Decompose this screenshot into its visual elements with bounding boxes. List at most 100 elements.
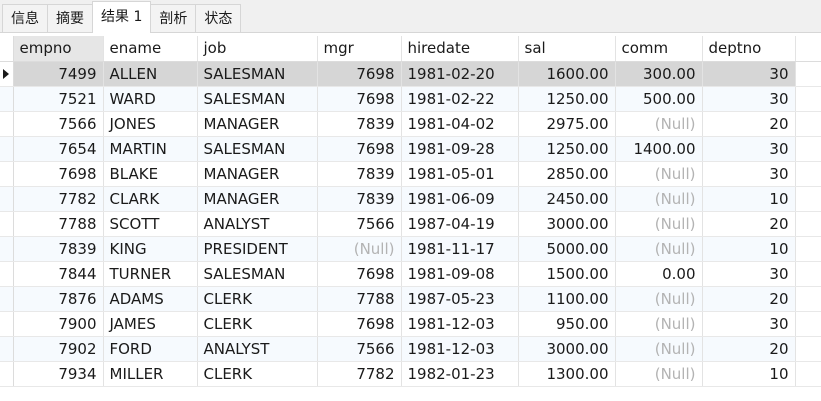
cell-job[interactable]: MANAGER xyxy=(197,186,318,212)
cell-hiredate[interactable]: 1981-02-22 xyxy=(401,86,519,112)
tab-summary[interactable]: 摘要 xyxy=(47,4,93,32)
cell-empno[interactable]: 7900 xyxy=(13,311,104,337)
cell-mgr[interactable]: (Null) xyxy=(317,236,402,262)
cell-sal[interactable]: 1300.00 xyxy=(518,361,616,387)
cell-sal[interactable]: 3000.00 xyxy=(518,211,616,237)
cell-sal[interactable]: 2450.00 xyxy=(518,186,616,212)
cell-mgr[interactable]: 7698 xyxy=(317,86,402,112)
cell-comm[interactable]: (Null) xyxy=(615,311,703,337)
cell-sal[interactable]: 1250.00 xyxy=(518,136,616,162)
table-row[interactable]: 7839 KING PRESIDENT (Null) 1981-11-17 5000.00… xyxy=(0,236,821,262)
cell-ename[interactable]: JONES xyxy=(103,111,198,137)
cell-ename[interactable]: ALLEN xyxy=(103,61,198,87)
cell-sal[interactable]: 1100.00 xyxy=(518,286,616,312)
cell-empno[interactable]: 7934 xyxy=(13,361,104,387)
row-header[interactable] xyxy=(0,286,14,312)
cell-hiredate[interactable]: 1981-05-01 xyxy=(401,161,519,187)
cell-mgr[interactable]: 7788 xyxy=(317,286,402,312)
cell-sal[interactable]: 1250.00 xyxy=(518,86,616,112)
cell-job[interactable]: CLERK xyxy=(197,361,318,387)
cell-comm[interactable]: (Null) xyxy=(615,361,703,387)
cell-hiredate[interactable]: 1981-12-03 xyxy=(401,336,519,362)
cell-deptno[interactable]: 30 xyxy=(702,61,796,87)
table-row[interactable]: 7521 WARD SALESMAN 7698 1981-02-22 1250.00 500… xyxy=(0,86,821,112)
cell-job[interactable]: ANALYST xyxy=(197,211,318,237)
tab-result-1[interactable]: 结果 1 xyxy=(92,1,152,33)
column-header-mgr[interactable]: mgr xyxy=(317,36,402,62)
cell-empno[interactable]: 7782 xyxy=(13,186,104,212)
cell-comm[interactable]: (Null) xyxy=(615,236,703,262)
table-row[interactable]: 7844 TURNER SALESMAN 7698 1981-09-08 1500.00 0… xyxy=(0,261,821,287)
cell-comm[interactable]: 300.00 xyxy=(615,61,703,87)
cell-deptno[interactable]: 20 xyxy=(702,211,796,237)
cell-deptno[interactable]: 30 xyxy=(702,311,796,337)
cell-comm[interactable]: (Null) xyxy=(615,186,703,212)
cell-ename[interactable]: KING xyxy=(103,236,198,262)
row-header[interactable] xyxy=(0,261,14,287)
table-row[interactable]: 7902 FORD ANALYST 7566 1981-12-03 3000.00 (Nul… xyxy=(0,336,821,362)
cell-job[interactable]: SALESMAN xyxy=(197,136,318,162)
cell-sal[interactable]: 3000.00 xyxy=(518,336,616,362)
cell-comm[interactable]: (Null) xyxy=(615,286,703,312)
cell-ename[interactable]: MILLER xyxy=(103,361,198,387)
cell-deptno[interactable]: 30 xyxy=(702,161,796,187)
column-header-empno[interactable]: empno xyxy=(13,36,104,62)
cell-comm[interactable]: (Null) xyxy=(615,211,703,237)
cell-sal[interactable]: 1500.00 xyxy=(518,261,616,287)
cell-empno[interactable]: 7521 xyxy=(13,86,104,112)
cell-comm[interactable]: (Null) xyxy=(615,161,703,187)
result-grid[interactable]: empno ename job mgr hiredate sal comm deptno 74… xyxy=(0,36,821,387)
cell-ename[interactable]: WARD xyxy=(103,86,198,112)
cell-ename[interactable]: SCOTT xyxy=(103,211,198,237)
cell-job[interactable]: SALESMAN xyxy=(197,261,318,287)
row-header[interactable] xyxy=(0,136,14,162)
cell-mgr[interactable]: 7698 xyxy=(317,311,402,337)
cell-empno[interactable]: 7788 xyxy=(13,211,104,237)
cell-deptno[interactable]: 20 xyxy=(702,336,796,362)
cell-deptno[interactable]: 10 xyxy=(702,361,796,387)
cell-hiredate[interactable]: 1987-05-23 xyxy=(401,286,519,312)
row-header[interactable] xyxy=(0,336,14,362)
cell-mgr[interactable]: 7698 xyxy=(317,136,402,162)
row-header[interactable] xyxy=(0,186,14,212)
cell-mgr[interactable]: 7782 xyxy=(317,361,402,387)
column-header-sal[interactable]: sal xyxy=(518,36,616,62)
cell-job[interactable]: SALESMAN xyxy=(197,86,318,112)
cell-deptno[interactable]: 10 xyxy=(702,236,796,262)
table-row[interactable]: 7934 MILLER CLERK 7782 1982-01-23 1300.00 (Nul… xyxy=(0,361,821,387)
cell-mgr[interactable]: 7839 xyxy=(317,111,402,137)
row-header[interactable] xyxy=(0,111,14,137)
cell-deptno[interactable]: 20 xyxy=(702,111,796,137)
cell-ename[interactable]: TURNER xyxy=(103,261,198,287)
column-header-deptno[interactable]: deptno xyxy=(702,36,796,62)
cell-job[interactable]: CLERK xyxy=(197,286,318,312)
cell-comm[interactable]: (Null) xyxy=(615,111,703,137)
cell-job[interactable]: ANALYST xyxy=(197,336,318,362)
cell-job[interactable]: CLERK xyxy=(197,311,318,337)
cell-deptno[interactable]: 10 xyxy=(702,186,796,212)
cell-empno[interactable]: 7839 xyxy=(13,236,104,262)
row-header[interactable] xyxy=(0,61,14,87)
table-row[interactable]: 7782 CLARK MANAGER 7839 1981-06-09 2450.00 (Nu… xyxy=(0,186,821,212)
cell-hiredate[interactable]: 1987-04-19 xyxy=(401,211,519,237)
cell-sal[interactable]: 1600.00 xyxy=(518,61,616,87)
cell-hiredate[interactable]: 1981-11-17 xyxy=(401,236,519,262)
column-header-comm[interactable]: comm xyxy=(615,36,703,62)
cell-hiredate[interactable]: 1981-02-20 xyxy=(401,61,519,87)
column-header-hiredate[interactable]: hiredate xyxy=(401,36,519,62)
cell-ename[interactable]: CLARK xyxy=(103,186,198,212)
tab-profile[interactable]: 剖析 xyxy=(150,4,197,32)
cell-ename[interactable]: MARTIN xyxy=(103,136,198,162)
cell-sal[interactable]: 950.00 xyxy=(518,311,616,337)
row-header[interactable] xyxy=(0,311,14,337)
cell-deptno[interactable]: 30 xyxy=(702,261,796,287)
cell-comm[interactable]: (Null) xyxy=(615,336,703,362)
cell-deptno[interactable]: 30 xyxy=(702,86,796,112)
cell-comm[interactable]: 500.00 xyxy=(615,86,703,112)
cell-sal[interactable]: 2850.00 xyxy=(518,161,616,187)
cell-empno[interactable]: 7902 xyxy=(13,336,104,362)
cell-comm[interactable]: 0.00 xyxy=(615,261,703,287)
cell-mgr[interactable]: 7698 xyxy=(317,261,402,287)
cell-hiredate[interactable]: 1981-04-02 xyxy=(401,111,519,137)
tab-status[interactable]: 状态 xyxy=(195,4,242,32)
